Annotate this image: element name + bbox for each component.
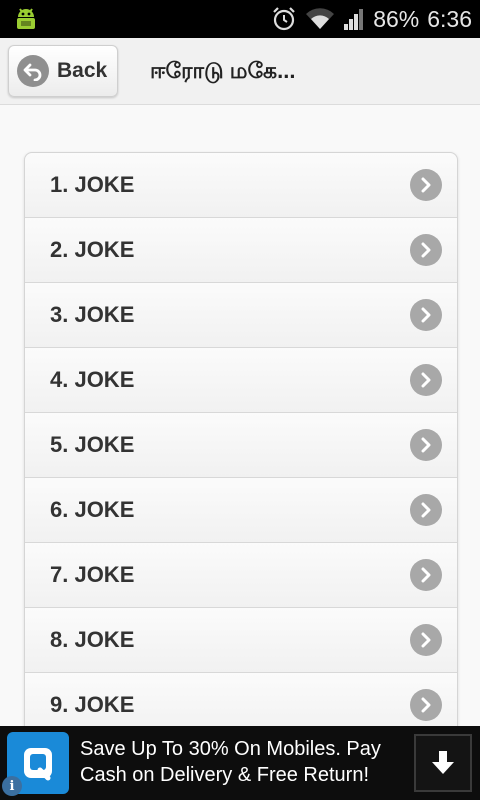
list-item-label: 6. JOKE: [50, 497, 135, 522]
list-item[interactable]: 1. JOKE: [25, 153, 457, 218]
list-item-label: 7. JOKE: [50, 562, 135, 587]
back-arrow-icon: [17, 55, 49, 87]
list-item[interactable]: 8. JOKE: [25, 608, 457, 673]
wifi-icon: [306, 8, 335, 30]
chevron-right-icon: [410, 169, 442, 201]
android-debug-icon: [17, 8, 35, 29]
back-button[interactable]: Back: [8, 45, 118, 97]
list-item-label: 3. JOKE: [50, 302, 135, 327]
battery-percent: 86%: [373, 5, 420, 32]
list-item[interactable]: 3. JOKE: [25, 283, 457, 348]
joke-list: 1. JOKE 2. JOKE 3. JOKE 4. JOKE 5. JOKE …: [24, 152, 458, 739]
list-item[interactable]: 6. JOKE: [25, 478, 457, 543]
back-button-label: Back: [57, 59, 108, 82]
download-button[interactable]: [414, 734, 472, 792]
chevron-right-icon: [410, 494, 442, 526]
chevron-right-icon: [410, 429, 442, 461]
alarm-icon: [273, 7, 295, 31]
list-item[interactable]: 5. JOKE: [25, 413, 457, 478]
chevron-right-icon: [410, 299, 442, 331]
chevron-right-icon: [410, 234, 442, 266]
list-item[interactable]: 4. JOKE: [25, 348, 457, 413]
list-item-label: 1. JOKE: [50, 172, 135, 197]
page-title: ஈரோடு மகே...: [150, 58, 296, 83]
list-item-label: 4. JOKE: [50, 367, 135, 392]
list-item-label: 8. JOKE: [50, 627, 135, 652]
clock-time: 6:36: [427, 5, 472, 32]
list-item-label: 5. JOKE: [50, 432, 135, 457]
list-item-label: 2. JOKE: [50, 237, 135, 262]
chevron-right-icon: [410, 559, 442, 591]
chevron-right-icon: [410, 689, 442, 721]
action-header: Back ஈரோடு மகே...: [0, 38, 480, 105]
ad-text[interactable]: Save Up To 30% On Mobiles. Pay Cash on D…: [80, 736, 390, 788]
ad-banner[interactable]: i Save Up To 30% On Mobiles. Pay Cash on…: [0, 726, 480, 800]
download-arrow-icon: [432, 751, 454, 774]
signal-icon: [344, 9, 364, 30]
ad-info-icon[interactable]: i: [2, 776, 22, 796]
list-item[interactable]: 2. JOKE: [25, 218, 457, 283]
chevron-right-icon: [410, 364, 442, 396]
status-bar: 86% 6:36: [0, 0, 480, 38]
list-item[interactable]: 7. JOKE: [25, 543, 457, 608]
chevron-right-icon: [410, 624, 442, 656]
